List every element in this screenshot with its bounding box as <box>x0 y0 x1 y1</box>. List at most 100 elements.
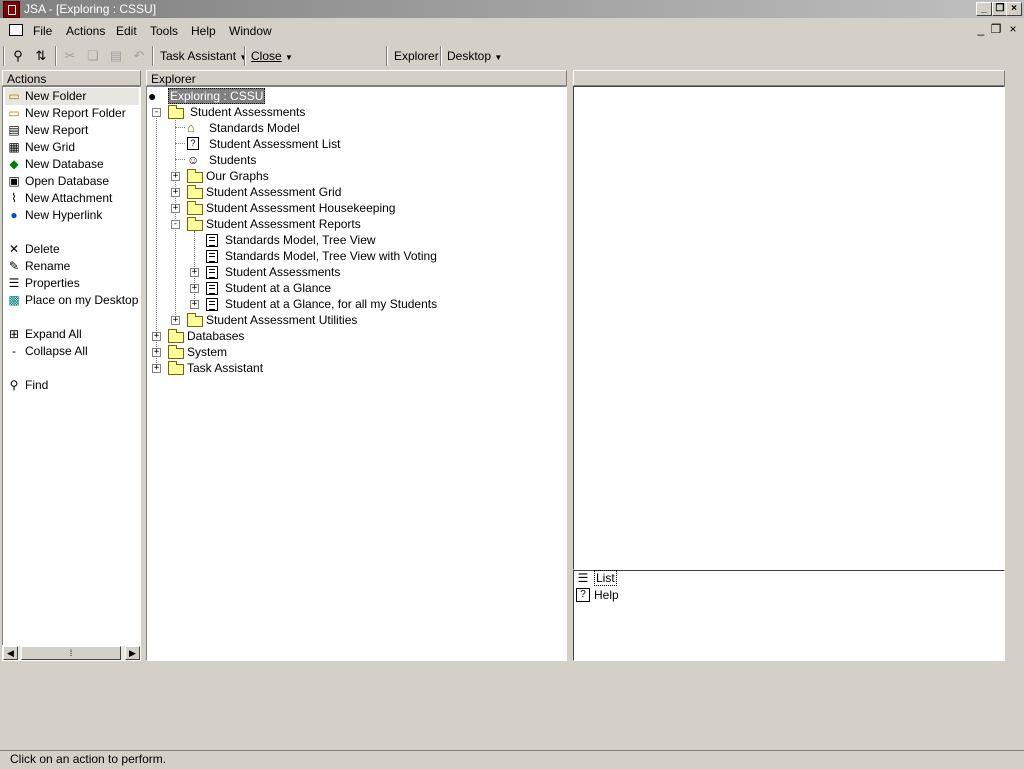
close-button[interactable]: Close ▼ <box>251 49 293 63</box>
folder-icon <box>168 345 184 359</box>
action-label: Place on my Desktop <box>25 293 139 307</box>
document-menu-icon[interactable] <box>9 24 23 36</box>
menu-edit[interactable]: Edit <box>116 24 137 38</box>
report-icon <box>206 250 218 263</box>
explorer-button[interactable]: Explorer <box>394 49 439 63</box>
tree-node-label: Student Assessment Grid <box>206 185 342 199</box>
expand-toggle[interactable]: + <box>152 348 161 357</box>
collapse-toggle[interactable]: - <box>171 220 180 229</box>
open-folder-icon <box>187 217 203 231</box>
action-find[interactable]: ⚲ Find <box>5 377 139 394</box>
copy-icon[interactable]: ❏ <box>85 48 101 64</box>
action-new-attachment[interactable]: ⌇ New Attachment <box>5 190 139 207</box>
tree-node-label: Task Assistant <box>187 361 264 375</box>
binoculars-icon[interactable]: ⚲ <box>10 48 26 64</box>
menu-tools[interactable]: Tools <box>150 24 178 38</box>
undo-icon[interactable]: ↶ <box>131 48 147 64</box>
tree-node-label: Databases <box>187 329 245 343</box>
tree-node-label: System <box>187 345 228 359</box>
action-new-grid[interactable]: ▦ New Grid <box>5 139 139 156</box>
action-label: New Report <box>25 123 89 137</box>
desktop-button[interactable]: Desktop ▼ <box>447 49 502 63</box>
replace-icon[interactable]: ⇅ <box>33 48 49 64</box>
tree-node-label: Student at a Glance, for all my Students <box>225 297 438 311</box>
open-database-icon: ▣ <box>8 174 20 188</box>
action-label: New Hyperlink <box>25 208 103 222</box>
action-collapse-all[interactable]: - Collapse All <box>5 343 139 360</box>
tree-node-label: Our Graphs <box>206 169 269 183</box>
action-label: Open Database <box>25 174 110 188</box>
action-new-database[interactable]: ◆ New Database <box>5 156 139 173</box>
toolbar: ⚲ ⇅ ✂ ❏ ▤ ↶ Task Assistant ▼ Close ▼ Exp… <box>0 43 1024 69</box>
action-label: New Attachment <box>25 191 113 205</box>
expand-toggle[interactable]: + <box>171 316 180 325</box>
action-new-folder[interactable]: ▭ New Folder <box>5 88 139 105</box>
expand-toggle[interactable]: + <box>171 188 180 197</box>
tree-node-label: Standards Model, Tree View with Voting <box>225 249 437 263</box>
attachment-icon: ⌇ <box>11 191 17 205</box>
action-rename[interactable]: ✎ Rename <box>5 258 139 275</box>
mdi-close-button[interactable]: × <box>1006 23 1020 37</box>
action-properties[interactable]: ☰ Properties <box>5 275 139 292</box>
scroll-thumb[interactable]: ⁞ <box>21 646 121 660</box>
scroll-left-button[interactable]: ◀ <box>3 646 18 660</box>
actions-pane: ▭ New Folder ▭ New Report Folder ▤ New Repo… <box>2 86 141 646</box>
action-new-hyperlink[interactable]: ● New Hyperlink <box>5 207 139 224</box>
action-label: Delete <box>25 242 60 256</box>
action-expand-all[interactable]: ⊞ Expand All <box>5 326 139 343</box>
tree-root-label: Exploring : CSSU <box>168 88 266 104</box>
expand-toggle[interactable]: + <box>171 204 180 213</box>
report-icon <box>206 298 218 311</box>
cut-icon[interactable]: ✂ <box>62 48 78 64</box>
report-icon <box>206 266 218 279</box>
menu-file[interactable]: File <box>33 24 52 38</box>
expand-toggle[interactable]: + <box>190 300 199 309</box>
expand-toggle[interactable]: + <box>190 268 199 277</box>
action-label: Expand All <box>25 327 82 341</box>
folder-icon <box>187 185 203 199</box>
tree-node-label: Standards Model <box>209 121 300 135</box>
folder-icon <box>168 361 184 375</box>
paste-icon[interactable]: ▤ <box>108 48 124 64</box>
scroll-right-button[interactable]: ▶ <box>125 646 140 660</box>
report-icon <box>206 282 218 295</box>
report-icon <box>206 234 218 247</box>
action-new-report[interactable]: ▤ New Report <box>5 122 139 139</box>
close-window-button[interactable]: × <box>1006 2 1022 16</box>
rename-icon: ✎ <box>8 259 20 273</box>
action-delete[interactable]: ✕ Delete <box>5 241 139 258</box>
action-label: New Grid <box>25 140 76 154</box>
tree-node-label: Student Assessment Utilities <box>206 313 358 327</box>
tree-node-label: Student Assessments <box>225 265 341 279</box>
tree-node-label: Student Assessments <box>190 105 306 119</box>
desktop-label: Desktop <box>447 49 492 63</box>
tree-node-label: Student Assessment Housekeeping <box>206 201 396 215</box>
properties-icon: ☰ <box>8 276 20 290</box>
collapse-toggle[interactable]: - <box>152 108 161 117</box>
action-open-database[interactable]: ▣ Open Database <box>5 173 139 190</box>
action-place-on-desktop[interactable]: ▩ Place on my Desktop <box>5 292 139 309</box>
mdi-restore-button[interactable]: ❐ <box>989 23 1003 37</box>
minimize-button[interactable]: _ <box>976 2 992 16</box>
view-options-pane: ☰ List ? Help <box>573 570 1005 661</box>
window-title: JSA - [Exploring : CSSU] <box>24 2 157 16</box>
report-folder-icon: ▭ <box>8 106 20 120</box>
expand-toggle[interactable]: + <box>152 364 161 373</box>
menu-window[interactable]: Window <box>229 24 272 38</box>
menu-help[interactable]: Help <box>191 24 216 38</box>
expand-toggle[interactable]: + <box>171 172 180 181</box>
mdi-minimize-button[interactable]: _ <box>974 23 988 37</box>
expand-toggle[interactable]: + <box>190 284 199 293</box>
task-assistant-label: Task Assistant <box>160 49 237 63</box>
app-icon[interactable] <box>3 1 20 18</box>
task-assistant-button[interactable]: Task Assistant ▼ <box>160 49 247 63</box>
menu-actions[interactable]: Actions <box>66 24 105 38</box>
status-text: Click on an action to perform. <box>10 752 167 766</box>
action-new-report-folder[interactable]: ▭ New Report Folder <box>5 105 139 122</box>
database-icon: ◆ <box>9 157 19 171</box>
action-label: New Database <box>25 157 104 171</box>
expand-toggle[interactable]: + <box>152 332 161 341</box>
actions-horizontal-scrollbar[interactable]: ◀ ⁞ ▶ <box>2 645 141 661</box>
delete-icon: ✕ <box>8 242 20 256</box>
action-label: New Report Folder <box>25 106 126 120</box>
